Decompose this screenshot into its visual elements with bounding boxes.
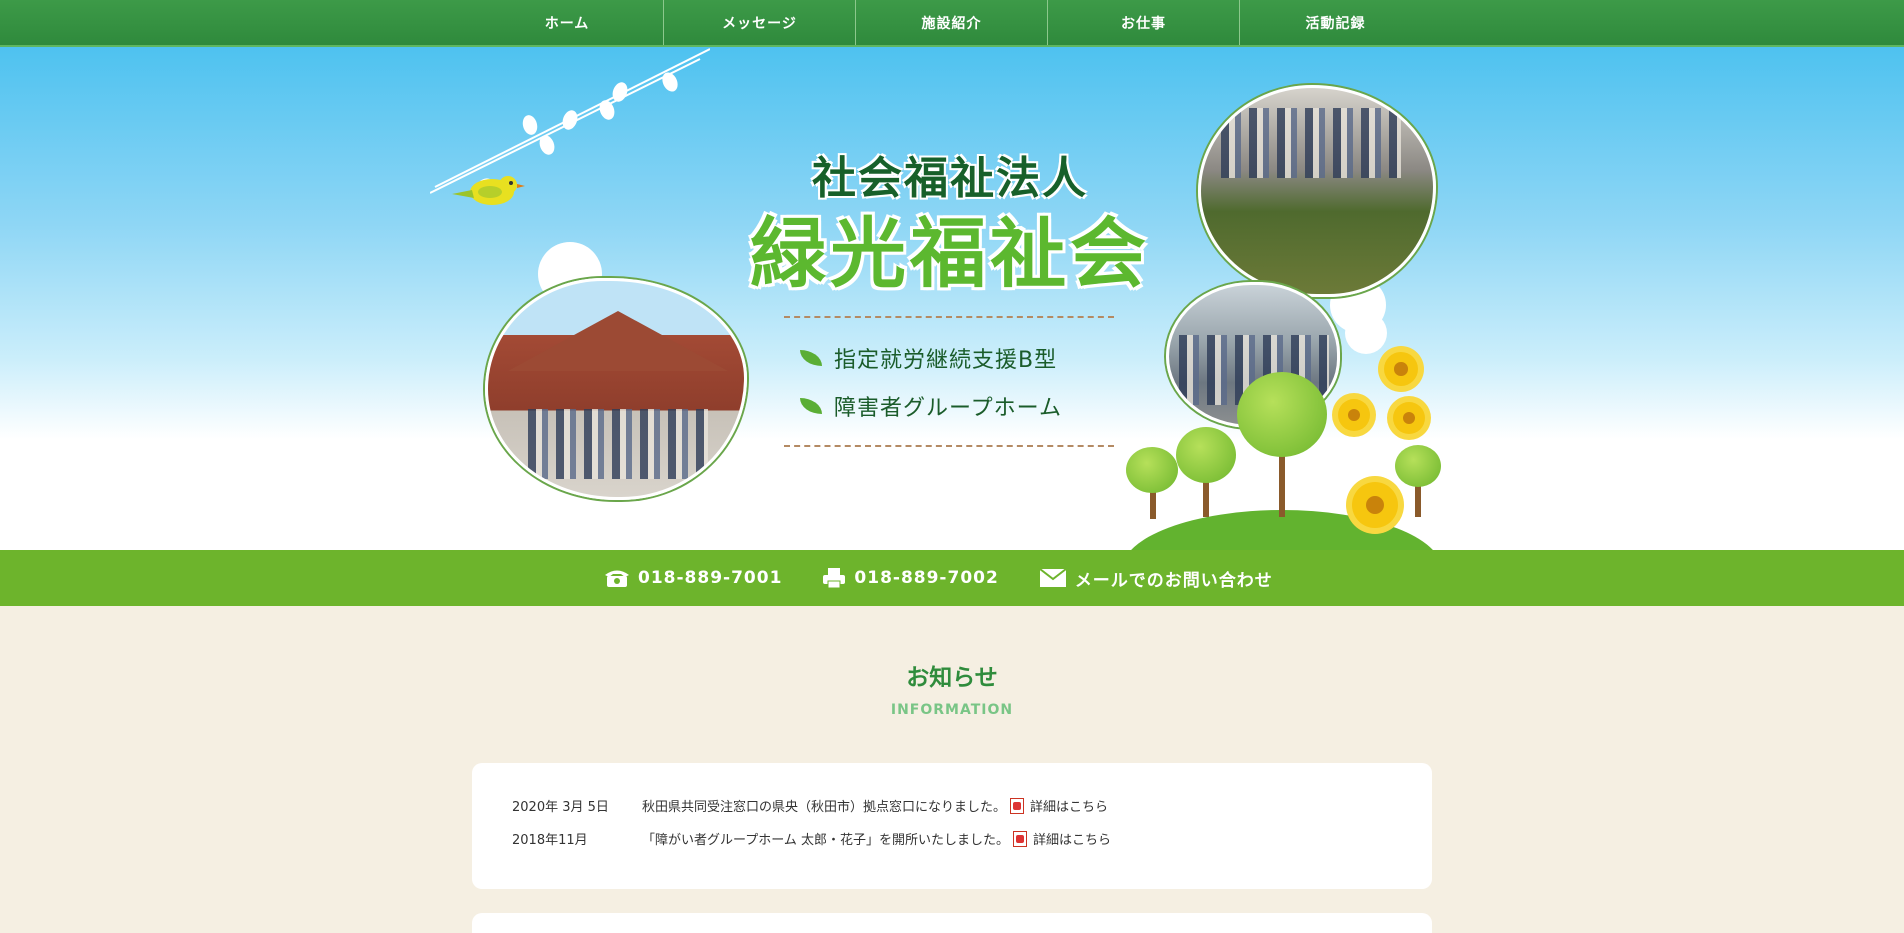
tree-shape xyxy=(1237,372,1327,457)
sunflower-shape xyxy=(1352,482,1398,528)
contact-list: 018-889-7001 018-889-7002 メールでのお問い合わせ xyxy=(604,550,1313,606)
news-detail-link[interactable]: 詳細はこちら xyxy=(1030,796,1108,815)
service-label: 指定就労継続支援B型 xyxy=(834,348,1058,373)
news-date: 2018年11月 xyxy=(512,833,588,848)
sunflower-shape xyxy=(1338,399,1370,431)
service-item: 指定就労継続支援B型 xyxy=(800,342,1057,374)
org-name-title: 緑光福祉会 xyxy=(750,209,1150,298)
news-text: 「障がい者グループホーム 太郎・花子」を開所いたしました。 xyxy=(642,833,1009,848)
hero-banner: 社会福祉法人 緑光福祉会 指定就労継続支援B型 障害者グループホーム xyxy=(0,47,1904,570)
contact-bar: 018-889-7001 018-889-7002 メールでのお問い合わせ xyxy=(0,550,1904,606)
divider xyxy=(784,445,1114,448)
phone-icon xyxy=(605,570,629,587)
phone-link[interactable]: 018-889-7001 xyxy=(604,568,782,588)
nav-item-facilities[interactable]: 施設紹介 xyxy=(855,0,1047,45)
bird-icon xyxy=(452,176,525,205)
news-item: 2018年11月 「障がい者グループホーム 太郎・花子」を開所いたしました。 詳… xyxy=(512,829,1111,848)
divider xyxy=(784,316,1114,319)
news-card: 2020年 3月 5日 秋田県共同受注窓口の県央（秋田市）拠点窓口になりました。… xyxy=(472,763,1432,889)
fax-link[interactable]: 018-889-7002 xyxy=(822,567,998,589)
nav-item-message[interactable]: メッセージ xyxy=(663,0,855,45)
crowd-shape xyxy=(1221,108,1401,178)
mail-label: メールでのお問い合わせ xyxy=(1074,570,1273,591)
service-label: 障害者グループホーム xyxy=(834,396,1063,421)
service-item: 障害者グループホーム xyxy=(800,390,1062,422)
nav-item-work[interactable]: お仕事 xyxy=(1047,0,1239,45)
tree-shape xyxy=(1395,445,1441,487)
roof-shape xyxy=(508,311,728,371)
tree-shape xyxy=(1176,427,1236,483)
next-card xyxy=(472,913,1432,933)
info-heading: お知らせ xyxy=(906,665,998,691)
tree-shape xyxy=(1126,447,1178,493)
leaf-icon xyxy=(800,350,822,366)
news-text: 秋田県共同受注窓口の県央（秋田市）拠点窓口になりました。 xyxy=(642,800,1007,815)
pdf-icon xyxy=(1010,797,1025,814)
sunflower-shape xyxy=(1393,402,1425,434)
mail-link[interactable]: メールでのお問い合わせ xyxy=(1039,566,1273,591)
pond-photo xyxy=(1198,85,1436,297)
nav-menu: ホーム メッセージ 施設紹介 お仕事 活動記録 xyxy=(471,0,1433,45)
nav-item-activity[interactable]: 活動記録 xyxy=(1239,0,1431,45)
info-subheading: INFORMATION xyxy=(890,702,1014,718)
fax-icon xyxy=(823,568,846,589)
news-date: 2020年 3月 5日 xyxy=(512,800,609,815)
cloud-shape xyxy=(1345,312,1387,354)
crowd-shape xyxy=(528,409,708,479)
nav-item-home[interactable]: ホーム xyxy=(471,0,663,45)
mail-icon xyxy=(1039,568,1067,587)
news-detail-link[interactable]: 詳細はこちら xyxy=(1033,829,1111,848)
building-photo xyxy=(485,278,747,500)
top-nav: ホーム メッセージ 施設紹介 お仕事 活動記録 xyxy=(0,0,1904,47)
fax-number: 018-889-7002 xyxy=(854,568,999,588)
leaf-icon xyxy=(800,398,822,414)
pdf-icon xyxy=(1012,830,1027,847)
phone-number: 018-889-7001 xyxy=(638,568,783,588)
news-item: 2020年 3月 5日 秋田県共同受注窓口の県央（秋田市）拠点窓口になりました。… xyxy=(512,796,1108,815)
sunflower-shape xyxy=(1384,352,1418,386)
